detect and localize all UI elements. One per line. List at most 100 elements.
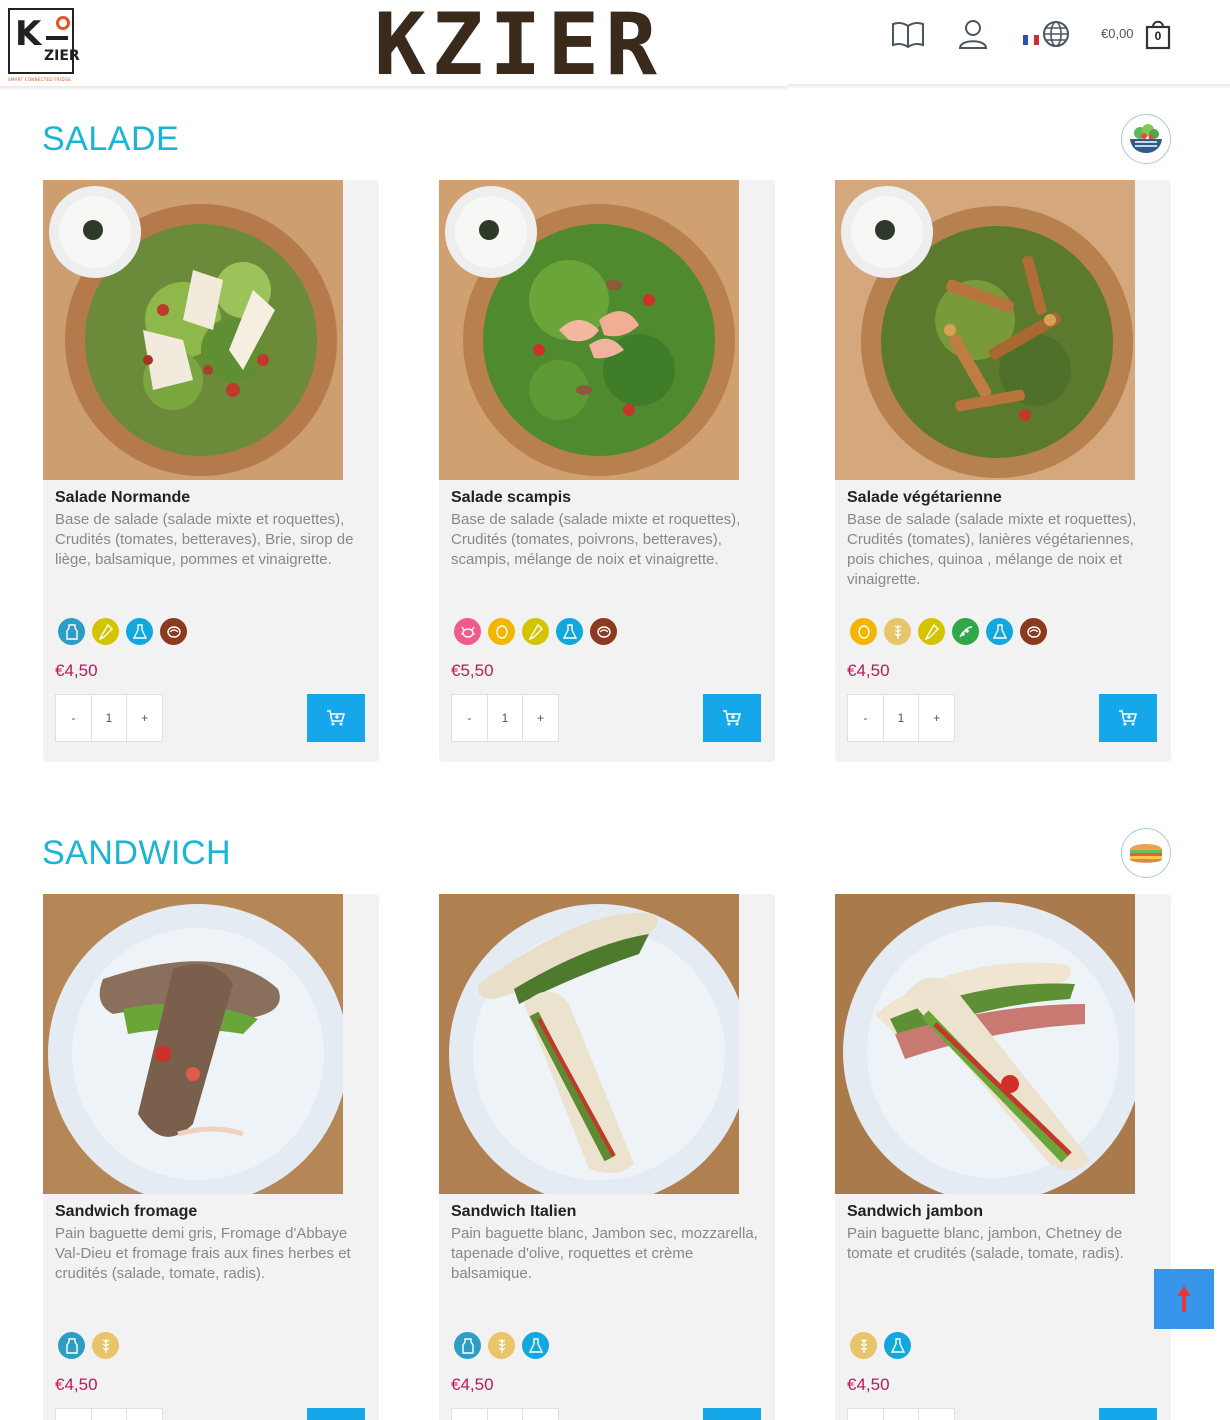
product-name[interactable]: Sandwich jambon [847,1203,983,1221]
add-to-cart-button[interactable] [307,694,365,742]
quantity-stepper: - 1 + [451,694,559,742]
header-divider [0,86,788,90]
add-to-cart-button[interactable] [703,1408,761,1420]
product-name[interactable]: Salade Normande [55,489,190,507]
qty-input[interactable]: 1 [92,1409,128,1420]
product-price: €4,50 [847,1375,890,1394]
product-image[interactable] [439,180,739,480]
qty-input[interactable]: 1 [488,1409,524,1420]
allergen-list [454,618,617,645]
add-to-cart-button[interactable] [703,694,761,742]
product-card: Salade Normande Base de salade (salade m… [43,180,379,762]
quantity-stepper: - 1 + [847,694,955,742]
gluten-allergen-icon [92,1332,119,1359]
cart-total[interactable]: €0,00 [1101,26,1134,41]
gluten-allergen-icon [884,618,911,645]
mustard-allergen-icon [522,618,549,645]
cart-icon [327,710,346,726]
product-image[interactable] [43,894,343,1194]
qty-input[interactable]: 1 [92,695,128,741]
allergen-list [850,1332,911,1359]
cart-icon [1119,710,1138,726]
gluten-allergen-icon [850,1332,877,1359]
product-description: Base de salade (salade mixte et roquette… [451,511,741,568]
product-card: Salade scampis Base de salade (salade mi… [439,180,775,762]
sulphite-allergen-icon [522,1332,549,1359]
site-logo[interactable]: K ZIER SMART CONNECTED FRIDGE [8,8,80,82]
nuts-allergen-icon [590,618,617,645]
crustacean-allergen-icon [454,618,481,645]
logo-tagline: SMART CONNECTED FRIDGE [8,77,72,82]
qty-increase-button[interactable]: + [127,695,162,741]
product-image[interactable] [439,894,739,1194]
qty-increase-button[interactable]: + [919,1409,954,1420]
product-name[interactable]: Sandwich fromage [55,1203,197,1221]
qty-input[interactable]: 1 [884,1409,920,1420]
qty-decrease-button[interactable]: - [56,695,92,741]
qty-increase-button[interactable]: + [127,1409,162,1420]
scroll-to-top-button[interactable] [1154,1269,1214,1329]
product-card: Salade végétarienne Base de salade (sala… [835,180,1171,762]
gluten-allergen-icon [488,1332,515,1359]
egg-allergen-icon [850,618,877,645]
quantity-stepper: - 1 + [451,1408,559,1420]
qty-increase-button[interactable]: + [919,695,954,741]
add-to-cart-button[interactable] [307,1408,365,1420]
qty-decrease-button[interactable]: - [452,1409,488,1420]
mustard-allergen-icon [92,618,119,645]
quantity-stepper: - 1 + [55,694,163,742]
qty-decrease-button[interactable]: - [848,1409,884,1420]
sulphite-allergen-icon [986,618,1013,645]
qty-increase-button[interactable]: + [523,695,558,741]
add-to-cart-button[interactable] [1099,694,1157,742]
product-price: €4,50 [55,1375,98,1394]
soy-allergen-icon [952,618,979,645]
product-price: €4,50 [55,661,98,680]
cart-count-badge: 0 [1154,29,1162,43]
qty-decrease-button[interactable]: - [56,1409,92,1420]
book-icon[interactable] [890,18,926,50]
milk-allergen-icon [454,1332,481,1359]
header-divider [788,84,1230,88]
qty-decrease-button[interactable]: - [452,695,488,741]
product-image[interactable] [43,180,343,480]
product-price: €5,50 [451,661,494,680]
qty-increase-button[interactable]: + [523,1409,558,1420]
product-price: €4,50 [847,661,890,680]
nuts-allergen-icon [160,618,187,645]
allergen-list [58,618,187,645]
site-header: K ZIER SMART CONNECTED FRIDGE KZIER €0,0… [0,0,1230,90]
product-name[interactable]: Salade scampis [451,489,571,507]
sulphite-allergen-icon [884,1332,911,1359]
qty-input[interactable]: 1 [884,695,920,741]
french-flag-icon[interactable] [1023,35,1039,45]
qty-input[interactable]: 1 [488,695,524,741]
nuts-allergen-icon [1020,618,1047,645]
brand-wordmark[interactable]: KZIER [374,0,663,90]
salad-bowl-icon [1121,114,1171,164]
product-name[interactable]: Salade végétarienne [847,489,1002,507]
allergen-list [850,618,1047,645]
product-description: Base de salade (salade mixte et roquette… [55,511,354,568]
product-card: Sandwich fromage Pain baguette demi gris… [43,894,379,1420]
egg-allergen-icon [488,618,515,645]
section-title-sandwich: SANDWICH [42,834,232,872]
product-card: Sandwich Italien Pain baguette blanc, Ja… [439,894,775,1420]
product-name[interactable]: Sandwich Italien [451,1203,576,1221]
product-price: €4,50 [451,1375,494,1394]
product-image[interactable] [835,180,1135,480]
section-title-salade: SALADE [42,120,180,158]
arrow-up-icon [1177,1286,1191,1312]
product-description: Pain baguette blanc, jambon, Chetney de … [847,1225,1124,1262]
sulphite-allergen-icon [556,618,583,645]
globe-icon[interactable] [1038,18,1074,50]
quantity-stepper: - 1 + [847,1408,955,1420]
qty-decrease-button[interactable]: - [848,695,884,741]
user-icon[interactable] [955,18,991,50]
sulphite-allergen-icon [126,618,153,645]
mustard-allergen-icon [918,618,945,645]
add-to-cart-button[interactable] [1099,1408,1157,1420]
product-image[interactable] [835,894,1135,1194]
cart-icon [723,710,742,726]
milk-allergen-icon [58,618,85,645]
